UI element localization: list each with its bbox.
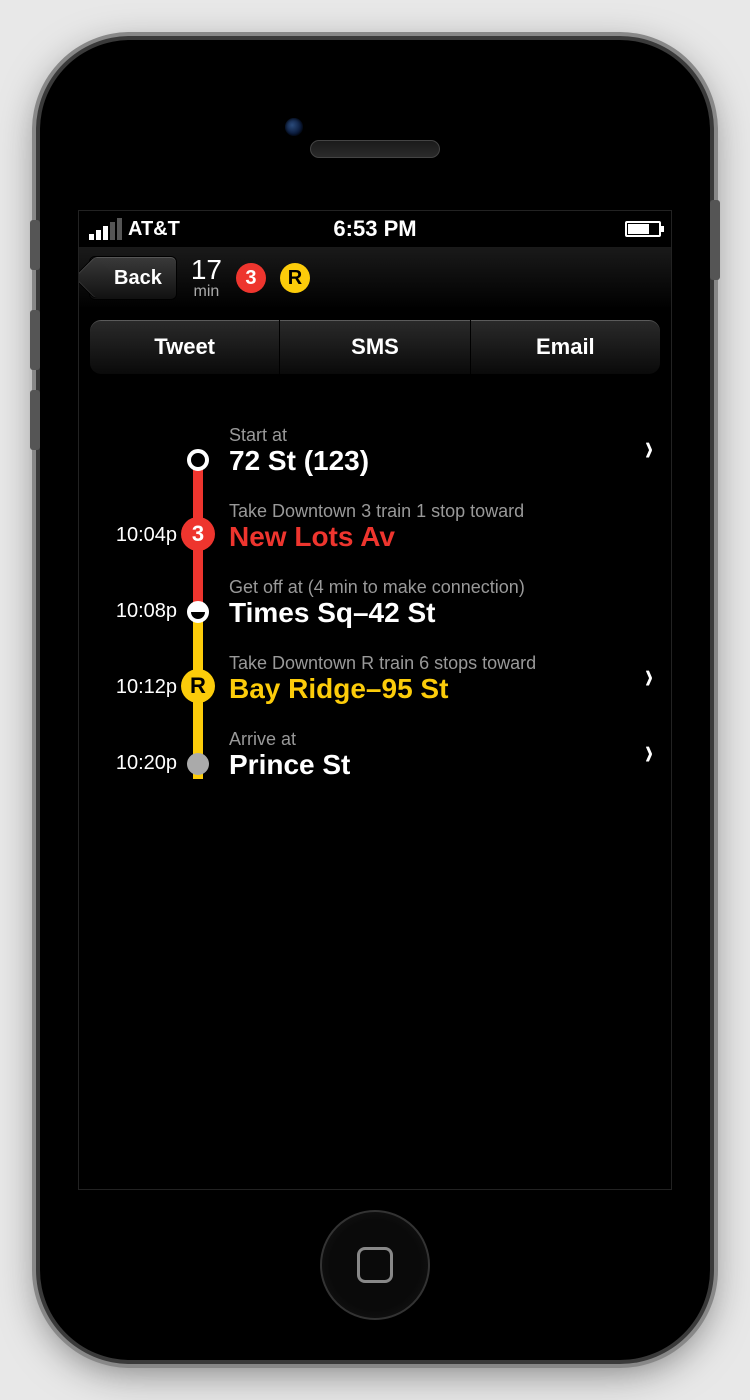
- share-segmented: Tweet SMS Email: [89, 319, 661, 375]
- route-step[interactable]: 10:12pRTake Downtown R train 6 stops tow…: [87, 627, 663, 703]
- line-bullet-r-label: R: [288, 267, 302, 290]
- route-step: 10:04p3Take Downtown 3 train 1 stop towa…: [87, 475, 663, 551]
- nav-header: Back 17 min 3 R: [79, 247, 671, 309]
- camera-dot: [285, 118, 303, 136]
- tweet-button[interactable]: Tweet: [90, 320, 280, 374]
- email-button[interactable]: Email: [471, 320, 660, 374]
- screen: AT&T 6:53 PM Back 17 min 3 R Tweet SMS E…: [78, 210, 672, 1190]
- step-texts: Get off at (4 min to make connection)Tim…: [219, 578, 653, 627]
- node-line-bullet: 3: [181, 517, 215, 551]
- node-start-icon: [187, 449, 209, 471]
- step-title: Prince St: [229, 750, 639, 779]
- step-time: 10:08p: [97, 600, 177, 627]
- chevron-right-icon: ›: [639, 427, 653, 472]
- battery-icon: [625, 221, 661, 237]
- route-step[interactable]: Start at72 St (123)›: [87, 399, 663, 475]
- route-steps: Start at72 St (123)›10:04p3Take Downtown…: [79, 375, 671, 779]
- duration-value: 17: [191, 256, 222, 284]
- route-step: 10:08p Get off at (4 min to make connecti…: [87, 551, 663, 627]
- step-subtitle: Take Downtown R train 6 stops toward: [229, 654, 639, 674]
- home-button[interactable]: [320, 1210, 430, 1320]
- step-title: Bay Ridge–95 St: [229, 674, 639, 703]
- signal-icon: [89, 218, 122, 240]
- back-button-label: Back: [114, 267, 162, 290]
- step-texts: Start at72 St (123): [219, 426, 639, 475]
- trip-duration: 17 min: [191, 256, 222, 300]
- duration-unit: min: [194, 284, 220, 300]
- step-time: 10:04p: [97, 524, 177, 551]
- speaker-grille: [310, 140, 440, 158]
- step-node-col: R: [177, 651, 219, 703]
- step-node-col: [177, 727, 219, 779]
- step-time: 10:20p: [97, 752, 177, 779]
- status-time: 6:53 PM: [333, 216, 416, 242]
- step-title: 72 St (123): [229, 446, 639, 475]
- step-texts: Arrive atPrince St: [219, 730, 639, 779]
- step-node-col: [177, 575, 219, 627]
- phone-frame: AT&T 6:53 PM Back 17 min 3 R Tweet SMS E…: [40, 40, 710, 1360]
- step-node-col: [177, 423, 219, 475]
- mute-switch: [30, 220, 40, 270]
- carrier-label: AT&T: [128, 218, 180, 241]
- step-subtitle: Get off at (4 min to make connection): [229, 578, 653, 598]
- step-title: New Lots Av: [229, 522, 653, 551]
- step-subtitle: Start at: [229, 426, 639, 446]
- step-subtitle: Take Downtown 3 train 1 stop toward: [229, 502, 653, 522]
- step-node-col: 3: [177, 499, 219, 551]
- volume-down: [30, 390, 40, 450]
- step-time: 10:12p: [97, 676, 177, 703]
- step-texts: Take Downtown R train 6 stops towardBay …: [219, 654, 639, 703]
- route-step[interactable]: 10:20p Arrive atPrince St›: [87, 703, 663, 779]
- step-title: Times Sq–42 St: [229, 598, 653, 627]
- node-line-bullet: R: [181, 669, 215, 703]
- line-bullet-3-label: 3: [245, 267, 256, 290]
- line-bullet-r: R: [280, 263, 310, 293]
- chevron-right-icon: ›: [639, 655, 653, 700]
- node-transfer-icon: [187, 601, 209, 623]
- step-subtitle: Arrive at: [229, 730, 639, 750]
- sms-button[interactable]: SMS: [280, 320, 470, 374]
- step-texts: Take Downtown 3 train 1 stop towardNew L…: [219, 502, 653, 551]
- power-button: [710, 200, 720, 280]
- volume-up: [30, 310, 40, 370]
- status-bar: AT&T 6:53 PM: [79, 211, 671, 247]
- back-button[interactable]: Back: [89, 256, 177, 300]
- line-bullet-3: 3: [236, 263, 266, 293]
- chevron-right-icon: ›: [639, 731, 653, 776]
- node-end-icon: [187, 753, 209, 775]
